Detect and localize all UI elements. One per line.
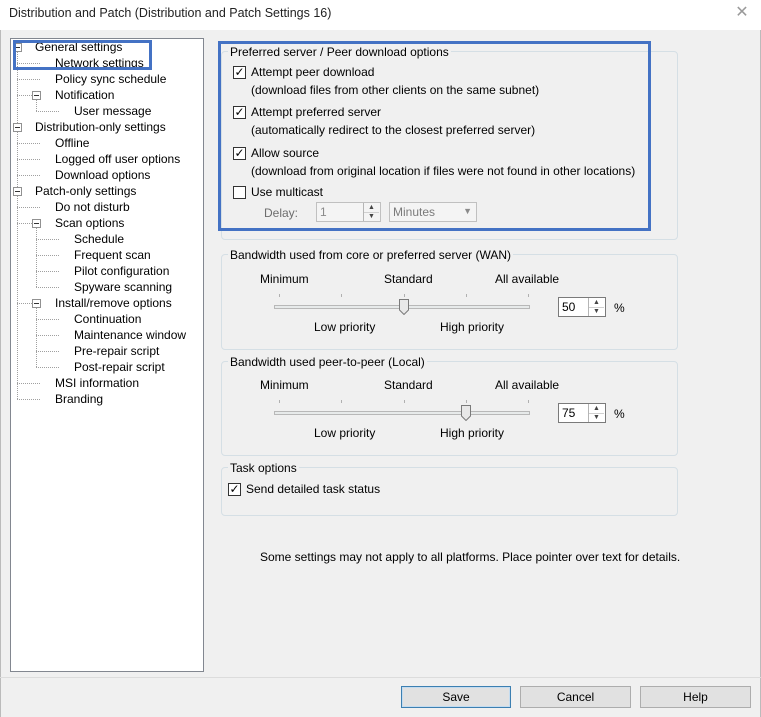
- tree-item[interactable]: Patch-only settings: [33, 184, 138, 198]
- tree-guide-line: [36, 111, 59, 112]
- tree-item[interactable]: Policy sync schedule: [53, 72, 168, 86]
- collapse-toggle-icon[interactable]: [13, 123, 22, 132]
- tree-guide-line: [36, 239, 59, 240]
- peer-highlight-box: [218, 41, 651, 231]
- tree-guide-line: [17, 127, 18, 175]
- button-bar-separator: [0, 677, 761, 678]
- window-title: Distribution and Patch (Distribution and…: [9, 6, 332, 20]
- local-standard-label: Standard: [384, 378, 433, 392]
- tree-guide-line: [36, 303, 37, 367]
- tree-item[interactable]: Continuation: [72, 312, 143, 326]
- wan-bandwidth-title: Bandwidth used from core or preferred se…: [228, 248, 513, 262]
- wan-stepper-arrows: ▲ ▼: [588, 298, 605, 316]
- tree-guide-line: [17, 383, 40, 384]
- tree-item[interactable]: Logged off user options: [53, 152, 182, 166]
- local-high-priority-label: High priority: [440, 426, 505, 440]
- send-task-status-checkbox[interactable]: ✓: [228, 483, 241, 496]
- tree-guide-line: [36, 255, 59, 256]
- wan-low-priority-label: Low priority: [314, 320, 376, 334]
- tree-guide-line: [17, 207, 40, 208]
- tree-guide-line: [36, 271, 59, 272]
- platform-note: Some settings may not apply to all platf…: [260, 550, 681, 564]
- wan-min-label: Minimum: [260, 272, 309, 286]
- tree-guide-line: [36, 367, 59, 368]
- title-bar: Distribution and Patch (Distribution and…: [0, 0, 761, 30]
- tree-item[interactable]: Post-repair script: [72, 360, 167, 374]
- slider-tick: [466, 294, 467, 297]
- tree-item[interactable]: Distribution-only settings: [33, 120, 168, 134]
- tree-item[interactable]: Offline: [53, 136, 91, 150]
- tree-guide-line: [36, 351, 59, 352]
- local-value-stepper[interactable]: 75 ▲ ▼: [558, 403, 606, 423]
- slider-tick: [528, 400, 529, 403]
- send-task-status-label: Send detailed task status: [246, 482, 381, 496]
- help-button[interactable]: Help: [640, 686, 751, 708]
- local-bandwidth-group: [221, 361, 678, 456]
- tree-guide-line: [17, 175, 40, 176]
- local-low-priority-label: Low priority: [314, 426, 376, 440]
- wan-value-stepper[interactable]: 50 ▲ ▼: [558, 297, 606, 317]
- tree-guide-line: [36, 319, 59, 320]
- wan-high-priority-label: High priority: [440, 320, 505, 334]
- slider-tick: [466, 400, 467, 403]
- tree-item[interactable]: Scan options: [53, 216, 126, 230]
- wan-unit-label: %: [614, 301, 625, 315]
- wan-value: 50: [562, 300, 576, 314]
- wan-max-label: All available: [495, 272, 560, 286]
- save-button[interactable]: Save: [401, 686, 511, 708]
- tree-guide-line: [17, 159, 40, 160]
- wan-decrease-icon[interactable]: ▼: [589, 307, 604, 316]
- collapse-toggle-icon[interactable]: [13, 187, 22, 196]
- local-value: 75: [562, 406, 576, 420]
- tree-item[interactable]: Maintenance window: [72, 328, 188, 342]
- tree-item[interactable]: Spyware scanning: [72, 280, 174, 294]
- tree-item[interactable]: Pilot configuration: [72, 264, 171, 278]
- tree-highlight-box: [13, 40, 152, 70]
- tree-item[interactable]: Pre-repair script: [72, 344, 161, 358]
- slider-tick: [404, 400, 405, 403]
- collapse-toggle-icon[interactable]: [32, 299, 41, 308]
- local-stepper-arrows: ▲ ▼: [588, 404, 605, 422]
- local-min-label: Minimum: [260, 378, 309, 392]
- settings-tree[interactable]: General settings Network settings Policy s…: [10, 38, 204, 672]
- wan-standard-label: Standard: [384, 272, 433, 286]
- tree-item[interactable]: Do not disturb: [53, 200, 132, 214]
- collapse-toggle-icon[interactable]: [32, 219, 41, 228]
- local-bandwidth-title: Bandwidth used peer-to-peer (Local): [228, 355, 427, 369]
- tree-item[interactable]: Branding: [53, 392, 105, 406]
- tree-guide-line: [36, 335, 59, 336]
- slider-tick: [341, 400, 342, 403]
- local-max-label: All available: [495, 378, 560, 392]
- task-options-title: Task options: [228, 461, 299, 475]
- local-slider-track[interactable]: [274, 411, 530, 415]
- tree-guide-line: [36, 287, 59, 288]
- tree-guide-line: [17, 191, 18, 399]
- slider-tick: [404, 294, 405, 297]
- tree-item[interactable]: Install/remove options: [53, 296, 174, 310]
- slider-tick: [528, 294, 529, 297]
- tree-item[interactable]: Download options: [53, 168, 152, 182]
- tree-guide-line: [17, 143, 40, 144]
- tree-guide-line: [17, 79, 40, 80]
- tree-item[interactable]: Notification: [53, 88, 116, 102]
- local-decrease-icon[interactable]: ▼: [589, 413, 604, 422]
- local-slider-thumb[interactable]: [460, 405, 471, 421]
- tree-guide-line: [17, 399, 40, 400]
- wan-bandwidth-group: [221, 254, 678, 350]
- tree-item[interactable]: Frequent scan: [72, 248, 153, 262]
- slider-tick: [279, 294, 280, 297]
- tree-item[interactable]: User message: [72, 104, 153, 118]
- tree-item[interactable]: Schedule: [72, 232, 126, 246]
- wan-slider-thumb[interactable]: [398, 299, 409, 315]
- local-unit-label: %: [614, 407, 625, 421]
- tree-guide-line: [36, 223, 37, 287]
- tree-item[interactable]: MSI information: [53, 376, 141, 390]
- cancel-button[interactable]: Cancel: [520, 686, 631, 708]
- slider-tick: [341, 294, 342, 297]
- close-icon[interactable]: ✕: [730, 3, 754, 23]
- collapse-toggle-icon[interactable]: [32, 91, 41, 100]
- slider-tick: [279, 400, 280, 403]
